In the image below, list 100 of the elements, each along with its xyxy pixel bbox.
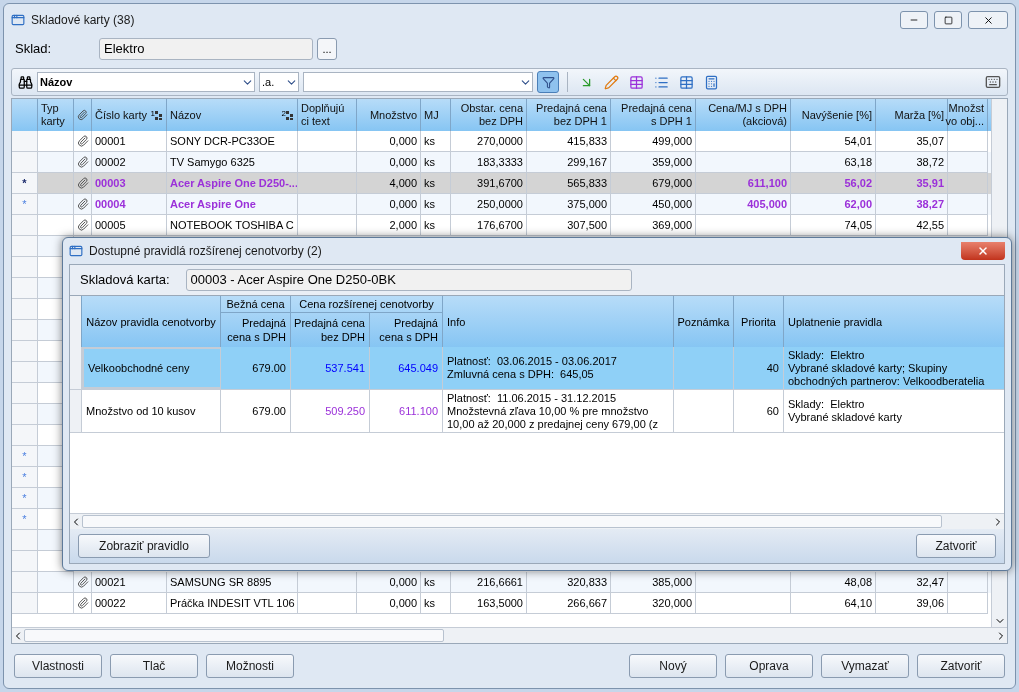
command-button[interactable]: Vymazať [821, 654, 909, 678]
row-header-cell[interactable] [70, 390, 82, 432]
command-button[interactable]: Oprava [725, 654, 813, 678]
table-row[interactable]: 00001 SONY DCR-PC33OE 0,000 ks 270,0000 415,833 499,000 54,01 35,07 [12, 131, 991, 152]
pencil-icon[interactable] [604, 74, 619, 90]
filter-button[interactable] [537, 71, 559, 93]
column-header[interactable]: Číslo karty [95, 108, 147, 122]
browse-button[interactable]: ... [317, 38, 337, 60]
column-header[interactable]: Typ karty [41, 102, 65, 128]
column-header[interactable]: Navýšenie [%] [801, 108, 872, 122]
command-button[interactable]: Možnosti [206, 654, 294, 678]
row-header-cell[interactable] [70, 347, 82, 389]
row-header-cell[interactable] [12, 152, 38, 173]
column-header[interactable]: Info [447, 314, 466, 329]
table-cell: 320,000 [611, 593, 696, 614]
row-header-cell[interactable] [12, 341, 38, 362]
row-header-cell[interactable] [12, 278, 38, 299]
row-header-cell[interactable]: * [12, 446, 38, 467]
calculator-icon[interactable] [704, 74, 719, 90]
table-icon[interactable] [629, 74, 644, 90]
row-header-cell[interactable] [12, 593, 38, 614]
table-row[interactable]: 00021 SAMSUNG SR 8895 0,000 ks 216,6661 320,833 385,000 48,08 32,47 [12, 572, 991, 593]
column-header[interactable]: Poznámka [677, 314, 730, 329]
column-header[interactable]: Marža [%] [894, 108, 944, 122]
command-button[interactable]: Tlač [110, 654, 198, 678]
row-header-cell[interactable] [12, 131, 38, 152]
row-header-cell[interactable] [12, 425, 38, 446]
column-header[interactable]: Predajná cena bez DPH 1 [536, 102, 607, 128]
table-row[interactable]: 00005 NOTEBOOK TOSHIBA C 2,000 ks 176,6700 307,500 369,000 74,05 42,55 [12, 215, 991, 236]
text-line: obchodných partnerov: Velkoodberatelia [788, 374, 986, 388]
command-button[interactable]: Vlastnosti [14, 654, 102, 678]
warehouse-field[interactable]: Elektro [99, 38, 313, 60]
row-header-cell[interactable] [12, 320, 38, 341]
column-header[interactable]: Názov [170, 108, 202, 122]
row-header-cell[interactable] [12, 236, 38, 257]
command-button[interactable]: Zobraziť pravidlo [78, 534, 210, 558]
text-line: Sklady: Elektro [788, 348, 866, 362]
sort-icon [286, 109, 294, 121]
row-header-cell[interactable] [12, 404, 38, 425]
mode-dropdown[interactable]: .a. [259, 72, 299, 92]
row-header-cell[interactable] [12, 572, 38, 593]
row-header-cell[interactable] [12, 362, 38, 383]
search-field[interactable] [303, 72, 533, 92]
close-button[interactable] [968, 11, 1008, 29]
maximize-button[interactable] [934, 11, 962, 29]
row-header-cell[interactable] [12, 551, 38, 572]
command-button[interactable]: Zatvoriť [917, 654, 1005, 678]
column-header[interactable]: Názov pravidla cenotvorby [86, 314, 216, 329]
table-cell: 509.250 [291, 390, 370, 432]
window-title: Skladové karty (38) [31, 12, 135, 29]
text-line: Platnosť: 11.06.2015 - 31.12.2015 [447, 391, 618, 405]
list-icon[interactable] [654, 74, 669, 90]
table-icon[interactable] [679, 74, 694, 90]
table-row[interactable]: 00022 Práčka INDESIT VTL 106 0,000 ks 163,5000 266,667 320,000 64,10 39,06 [12, 593, 991, 614]
row-header-cell[interactable]: * [12, 194, 38, 215]
paperclip-icon [76, 576, 89, 588]
row-header-cell[interactable] [12, 383, 38, 404]
row-header-cell[interactable]: * [12, 467, 38, 488]
column-header[interactable]: Obstar. cena bez DPH [460, 102, 523, 128]
column-header[interactable]: Predajná cena bez DPH [294, 316, 365, 344]
window-icon [11, 13, 25, 27]
row-header-cell[interactable]: * [12, 173, 38, 194]
column-header[interactable]: Množst vo obj... [945, 102, 984, 128]
horizontal-scrollbar[interactable] [12, 627, 1007, 643]
scroll-thumb[interactable] [82, 515, 942, 528]
search-icon[interactable] [18, 74, 33, 90]
column-header[interactable]: Predajná cena s DPH [379, 316, 438, 344]
text-line: Platnosť: 03.06.2015 - 03.06.2017 [447, 355, 618, 368]
row-header-cell[interactable] [12, 215, 38, 236]
minimize-button[interactable] [900, 11, 928, 29]
paperclip-icon [77, 109, 88, 121]
table-row[interactable]: Velkoobchodné ceny 679.00 537.541 645.049 Platnosť: 03.06.2015 - 03.06.2017 Zmluvná cena s DPH: 645,05 40 Sklady: Elektro Vybrané skladové karty; Skupiny obchodných partnerov: Velkoodberatelia [70, 347, 1004, 390]
table-cell: 0,000 [357, 593, 421, 614]
column-header[interactable]: Predajná cena s DPH [227, 316, 286, 344]
command-button[interactable]: Zatvoriť [916, 534, 996, 558]
table-row[interactable]: * 00003 Acer Aspire One D250-... 4,000 ks 391,6700 565,833 679,000 611,100 56,02 35,91 [12, 173, 991, 194]
card-field[interactable]: 00003 - Acer Aspire One D250-0BK [185, 269, 632, 291]
table-row[interactable]: * 00004 Acer Aspire One 0,000 ks 250,0000 375,000 450,000 405,000 62,00 38,27 [12, 194, 991, 215]
row-header-cell[interactable] [12, 257, 38, 278]
column-header[interactable]: Uplatnenie pravidla [788, 314, 883, 329]
row-header-cell[interactable]: * [12, 509, 38, 530]
text-line: 10,00 až 20,000 z predajnej ceny 679,00 (z [447, 417, 659, 431]
column-header[interactable]: MJ [424, 108, 439, 122]
table-row[interactable]: 00002 TV Samygo 6325 0,000 ks 183,3333 299,167 359,000 63,18 38,72 [12, 152, 991, 173]
row-header-cell[interactable]: * [12, 488, 38, 509]
column-header[interactable]: Cena/MJ s DPH (akciová) [708, 102, 787, 128]
maximize-icon [943, 15, 953, 25]
column-header[interactable]: Množstvo [369, 108, 417, 122]
horizontal-scrollbar[interactable] [70, 513, 1004, 529]
keyboard-icon[interactable] [985, 74, 1001, 90]
command-button[interactable]: Nový [629, 654, 717, 678]
row-header-cell[interactable] [12, 530, 38, 551]
column-header[interactable]: Doplňujú ci text [301, 102, 345, 128]
scroll-thumb[interactable] [24, 629, 444, 642]
column-header[interactable]: Predajná cena s DPH 1 [621, 102, 692, 128]
row-header-cell[interactable] [12, 299, 38, 320]
field-dropdown[interactable]: Názov [37, 72, 255, 92]
table-cell: 266,667 [527, 593, 611, 614]
column-header[interactable]: Priorita [741, 314, 776, 329]
close-button[interactable] [961, 242, 1005, 260]
